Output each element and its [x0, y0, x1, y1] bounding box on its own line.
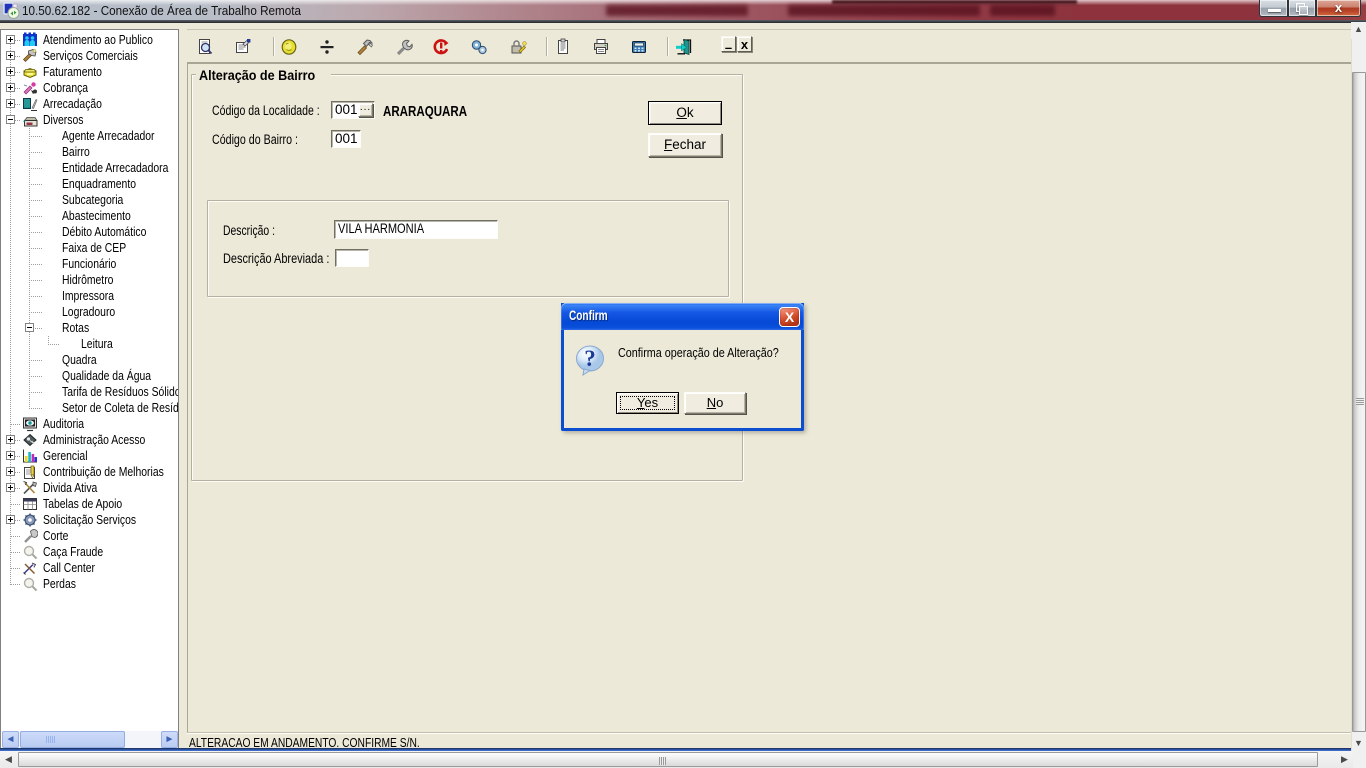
- svg-text:?: ?: [584, 346, 596, 371]
